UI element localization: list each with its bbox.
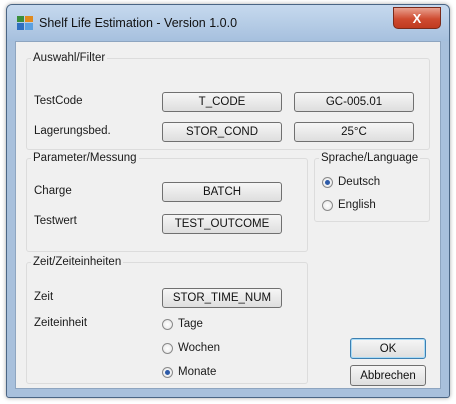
result-field-button[interactable]: TEST_OUTCOME	[162, 214, 282, 234]
unit-radio-tage[interactable]: Tage	[162, 318, 203, 330]
params-group-title: Parameter/Messung	[33, 152, 137, 164]
result-label: Testwert	[34, 215, 77, 227]
ok-button[interactable]: OK	[350, 338, 426, 359]
batch-field-button[interactable]: BATCH	[162, 182, 282, 202]
unit-radio-monate[interactable]: Monate	[162, 366, 216, 378]
time-label: Zeit	[34, 291, 54, 303]
time-field-button[interactable]: STOR_TIME_NUM	[162, 288, 282, 308]
radio-unchecked-icon	[162, 342, 173, 354]
unit-wochen-label: Wochen	[178, 342, 220, 354]
radio-unchecked-icon	[322, 199, 333, 211]
window-title: Shelf Life Estimation - Version 1.0.0	[39, 16, 238, 30]
storage-field-button[interactable]: STOR_COND	[162, 122, 282, 142]
cancel-button[interactable]: Abbrechen	[350, 365, 426, 386]
title-bar[interactable]: Shelf Life Estimation - Version 1.0.0 X	[7, 5, 449, 41]
language-deutsch-label: Deutsch	[338, 176, 381, 188]
time-group-title: Zeit/Zeiteinheiten	[33, 256, 122, 268]
testcode-value-button[interactable]: GC-005.01	[294, 92, 414, 112]
app-icon	[17, 16, 33, 30]
radio-checked-icon	[322, 176, 333, 188]
dialog-body: Auswahl/Filter TestCode T_CODE GC-005.01…	[15, 41, 441, 389]
params-group: Parameter/Messung	[26, 152, 308, 252]
language-radio-english[interactable]: English	[322, 199, 376, 211]
batch-label: Charge	[34, 185, 72, 197]
storage-value-button[interactable]: 25°C	[294, 122, 414, 142]
close-icon: X	[412, 10, 422, 26]
testcode-field-button[interactable]: T_CODE	[162, 92, 282, 112]
storage-label: Lagerungsbed.	[34, 125, 111, 137]
close-button[interactable]: X	[393, 7, 441, 29]
radio-checked-icon	[162, 366, 173, 378]
unit-label: Zeiteinheit	[34, 317, 88, 329]
radio-unchecked-icon	[162, 318, 173, 330]
dialog-window: Shelf Life Estimation - Version 1.0.0 X …	[6, 4, 450, 398]
testcode-label: TestCode	[34, 95, 83, 107]
language-radio-deutsch[interactable]: Deutsch	[322, 176, 380, 188]
language-group-title: Sprache/Language	[321, 152, 419, 164]
filter-group-title: Auswahl/Filter	[33, 52, 106, 64]
unit-monate-label: Monate	[178, 366, 217, 378]
unit-tage-label: Tage	[178, 318, 203, 330]
unit-radio-wochen[interactable]: Wochen	[162, 342, 220, 354]
language-english-label: English	[338, 199, 376, 211]
